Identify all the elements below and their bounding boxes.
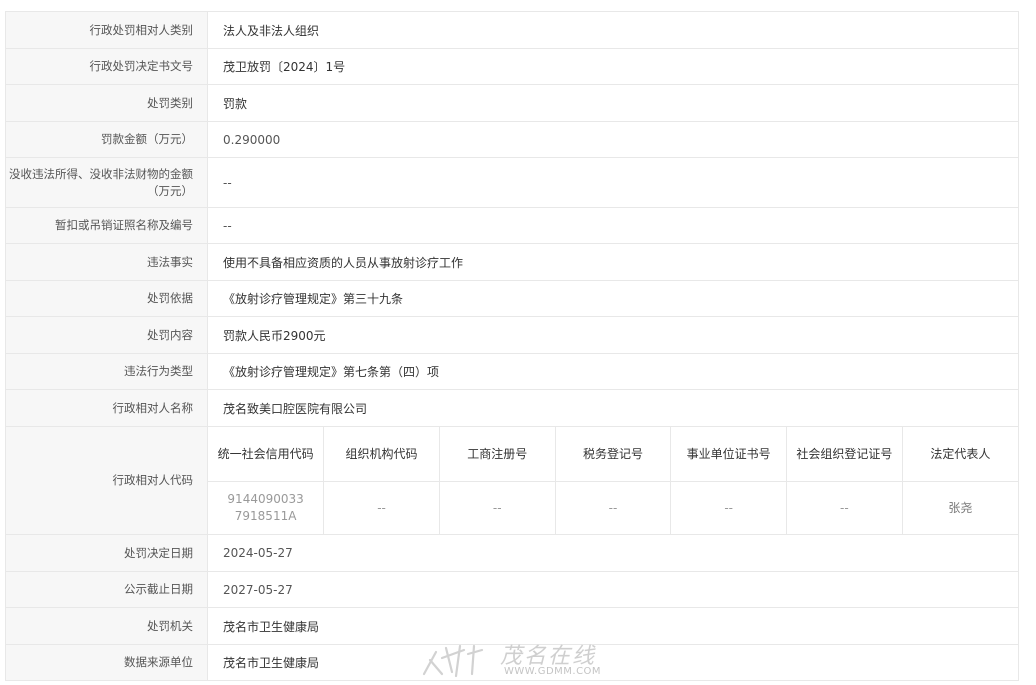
code-value: -- <box>670 481 788 534</box>
table-row: 处罚机关 茂名市卫生健康局 <box>5 607 1019 645</box>
row-value: 2024-05-27 <box>207 534 1019 572</box>
row-label: 公示截止日期 <box>5 571 208 608</box>
row-value: 茂名致美口腔医院有限公司 <box>207 389 1019 427</box>
credit-code-value: 91440900337918511A <box>208 481 325 534</box>
code-header: 法定代表人 <box>901 427 1018 482</box>
row-value: 罚款 <box>207 84 1019 122</box>
code-header: 组织机构代码 <box>323 427 440 482</box>
row-label: 行政相对人代码 <box>5 426 208 535</box>
row-label: 数据来源单位 <box>5 644 208 681</box>
row-value: 使用不具备相应资质的人员从事放射诊疗工作 <box>207 243 1019 281</box>
table-row: 处罚内容 罚款人民币2900元 <box>5 316 1019 354</box>
row-value: -- <box>207 207 1019 244</box>
row-value: 0.290000 <box>207 121 1019 158</box>
code-value: -- <box>786 481 903 534</box>
code-header: 工商注册号 <box>438 427 556 482</box>
code-header: 事业单位证书号 <box>670 427 788 482</box>
row-value: 茂卫放罚〔2024〕1号 <box>207 48 1019 85</box>
penalty-detail-table-wrapper: 行政处罚相对人类别 法人及非法人组织 行政处罚决定书文号 茂卫放罚〔2024〕1… <box>5 11 1019 681</box>
row-label: 行政相对人名称 <box>5 389 208 427</box>
row-label: 违法行为类型 <box>5 353 208 390</box>
table-row: 行政处罚相对人类别 法人及非法人组织 <box>5 11 1019 49</box>
row-value: 法人及非法人组织 <box>207 11 1019 49</box>
table-row: 违法事实 使用不具备相应资质的人员从事放射诊疗工作 <box>5 243 1019 281</box>
table-row: 处罚类别 罚款 <box>5 84 1019 122</box>
legal-representative-value: 张尧 <box>901 481 1018 534</box>
code-header: 税务登记号 <box>554 427 672 482</box>
code-value: -- <box>554 481 672 534</box>
table-row: 违法行为类型 《放射诊疗管理规定》第七条第（四）项 <box>5 353 1019 390</box>
table-row: 没收违法所得、没收非法财物的金额（万元） -- <box>5 157 1019 208</box>
code-row: 行政相对人代码 统一社会信用代码 组织机构代码 工商注册号 税务登记号 事业单位… <box>5 426 1019 535</box>
row-label: 处罚依据 <box>5 280 208 317</box>
row-label: 处罚内容 <box>5 316 208 354</box>
row-label: 罚款金额（万元） <box>5 121 208 158</box>
row-label: 处罚决定日期 <box>5 534 208 572</box>
row-label: 暂扣或吊销证照名称及编号 <box>5 207 208 244</box>
table-row: 处罚依据 《放射诊疗管理规定》第三十九条 <box>5 280 1019 317</box>
row-label: 行政处罚决定书文号 <box>5 48 208 85</box>
row-label: 处罚机关 <box>5 607 208 645</box>
code-subtable: 统一社会信用代码 组织机构代码 工商注册号 税务登记号 事业单位证书号 社会组织… <box>208 427 1018 534</box>
row-value: 2027-05-27 <box>207 571 1019 608</box>
table-row: 罚款金额（万元） 0.290000 <box>5 121 1019 158</box>
row-label: 处罚类别 <box>5 84 208 122</box>
code-value: -- <box>323 481 440 534</box>
row-value: 茂名市卫生健康局 <box>207 607 1019 645</box>
table-row: 数据来源单位 茂名市卫生健康局 <box>5 644 1019 681</box>
code-value: -- <box>438 481 556 534</box>
row-value: 《放射诊疗管理规定》第七条第（四）项 <box>207 353 1019 390</box>
code-header: 社会组织登记证号 <box>786 427 903 482</box>
code-header-row: 统一社会信用代码 组织机构代码 工商注册号 税务登记号 事业单位证书号 社会组织… <box>208 427 1018 482</box>
table-row: 处罚决定日期 2024-05-27 <box>5 534 1019 572</box>
code-value-row: 91440900337918511A -- -- -- -- -- 张尧 <box>208 481 1018 534</box>
row-label: 没收违法所得、没收非法财物的金额（万元） <box>5 157 208 208</box>
code-header: 统一社会信用代码 <box>208 427 325 482</box>
row-label: 违法事实 <box>5 243 208 281</box>
row-label: 行政处罚相对人类别 <box>5 11 208 49</box>
row-value: -- <box>207 157 1019 208</box>
table-row: 暂扣或吊销证照名称及编号 -- <box>5 207 1019 244</box>
table-row: 行政相对人名称 茂名致美口腔医院有限公司 <box>5 389 1019 427</box>
row-value: 茂名市卫生健康局 <box>207 644 1019 681</box>
table-row: 公示截止日期 2027-05-27 <box>5 571 1019 608</box>
row-value: 《放射诊疗管理规定》第三十九条 <box>207 280 1019 317</box>
table-row: 行政处罚决定书文号 茂卫放罚〔2024〕1号 <box>5 48 1019 85</box>
penalty-detail-table: 行政处罚相对人类别 法人及非法人组织 行政处罚决定书文号 茂卫放罚〔2024〕1… <box>5 11 1019 681</box>
code-subtable-cell: 统一社会信用代码 组织机构代码 工商注册号 税务登记号 事业单位证书号 社会组织… <box>207 426 1019 535</box>
row-value: 罚款人民币2900元 <box>207 316 1019 354</box>
